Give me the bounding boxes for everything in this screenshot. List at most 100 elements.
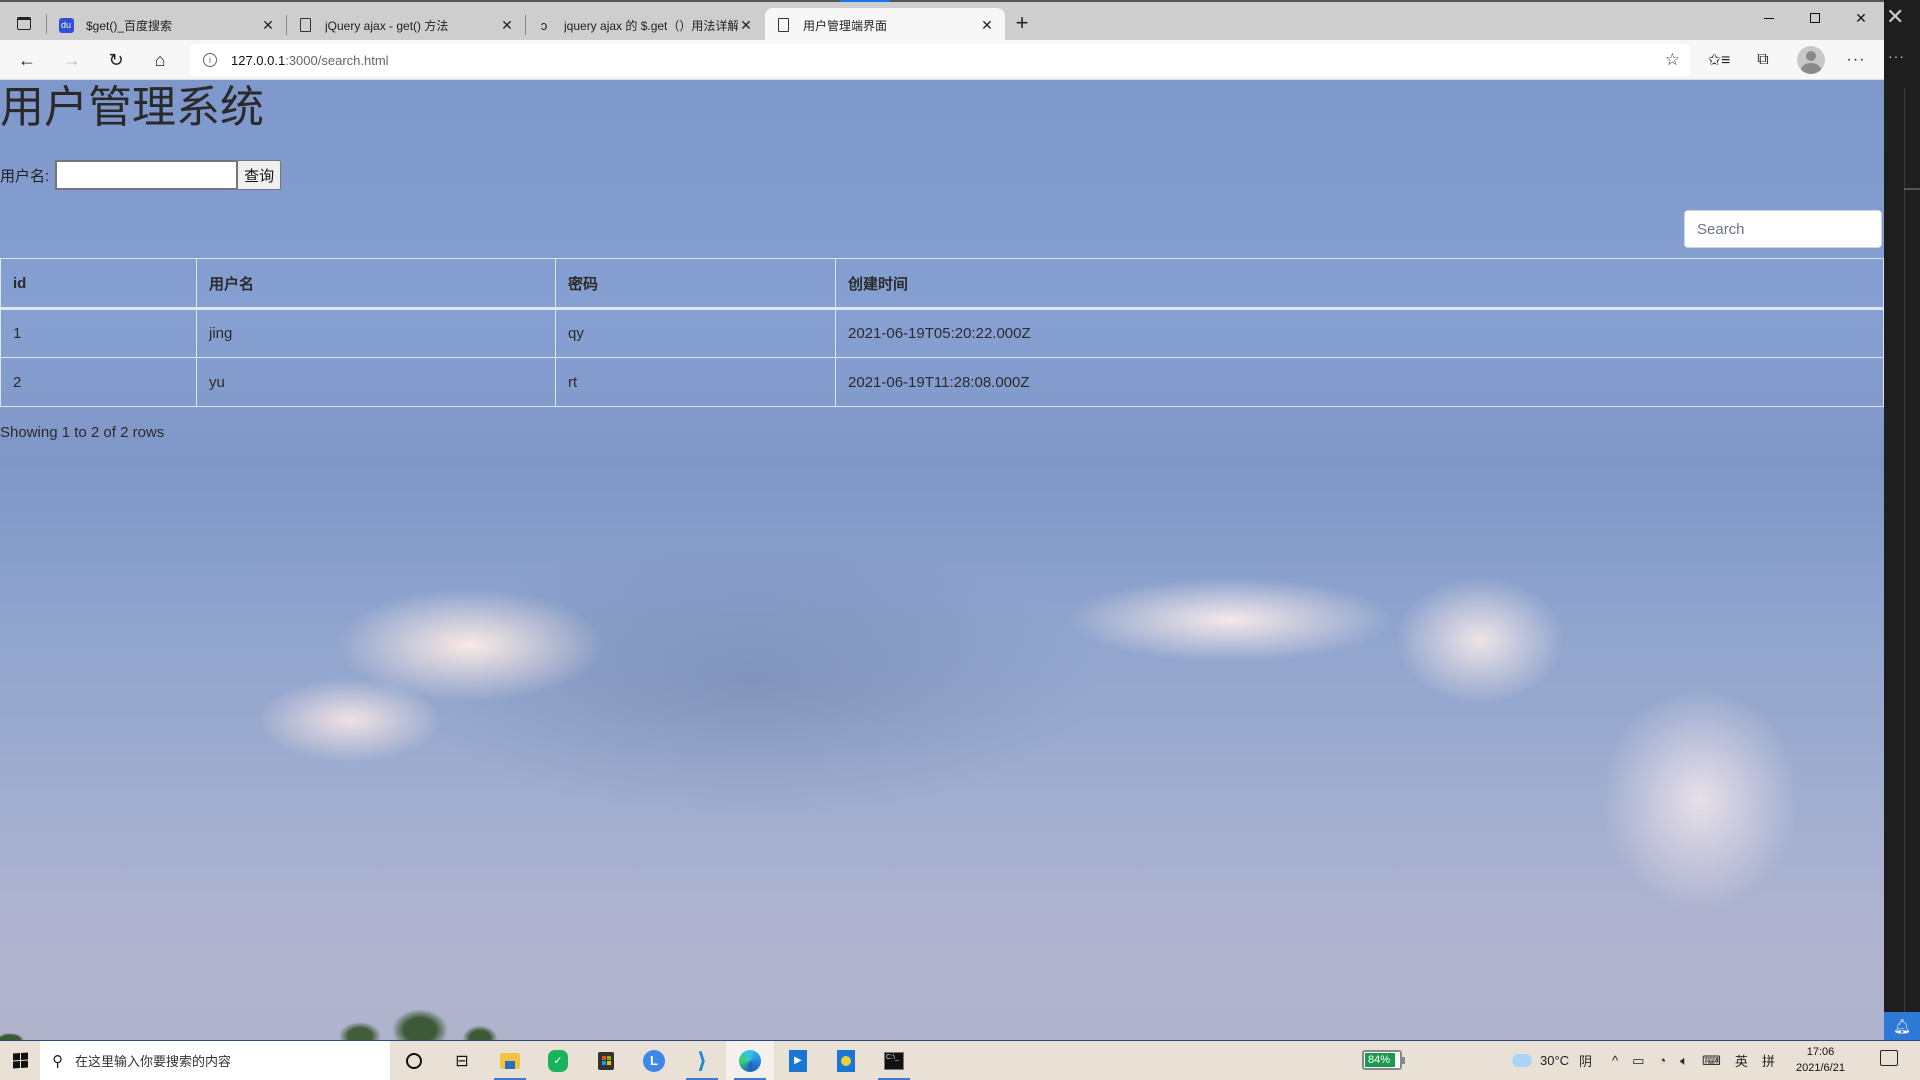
- forward-button[interactable]: →: [58, 47, 86, 73]
- windows-logo-icon: [12, 1052, 28, 1069]
- tab-actions-button[interactable]: [12, 14, 36, 32]
- taskbar-vscode[interactable]: ⟩: [678, 1041, 726, 1080]
- tab-actions-icon: [17, 16, 31, 30]
- info-icon[interactable]: i: [203, 53, 217, 67]
- taskbar-store[interactable]: [582, 1041, 630, 1080]
- folder-icon: [500, 1052, 520, 1069]
- background-editor-window: ✕ ··· 🔔︎: [1884, 0, 1920, 1040]
- cell-password: qy: [555, 308, 836, 358]
- weather-widget[interactable]: 30°C 阴: [1512, 1051, 1592, 1070]
- taskbar: ⚲ 在这里输入你要搜索的内容 ⊟ ✓ L ⟩ ▶ C:\_ 84% 30°C 阴…: [0, 1040, 1920, 1080]
- new-tab-button[interactable]: +: [1010, 12, 1034, 36]
- cell-password: rt: [555, 357, 836, 407]
- battery-fill: 84%: [1365, 1053, 1396, 1067]
- cell-created-at: 2021-06-19T11:28:08.000Z: [835, 357, 1884, 407]
- cell-username: yu: [196, 357, 556, 407]
- notification-bell-icon[interactable]: 🔔︎: [1884, 1012, 1920, 1040]
- username-label: 用户名:: [0, 167, 50, 185]
- document-icon: [775, 17, 791, 33]
- minimize-icon: [1764, 17, 1774, 19]
- battery-tray-icon[interactable]: ▭: [1632, 1053, 1644, 1069]
- avatar-shoulders: [1801, 63, 1821, 74]
- column-header-created-at[interactable]: 创建时间: [835, 258, 1884, 309]
- taskbar-search-placeholder: 在这里输入你要搜索的内容: [75, 1054, 232, 1069]
- window-controls: ✕: [1746, 2, 1884, 34]
- avatar-head: [1806, 51, 1816, 61]
- close-icon[interactable]: ✕: [1886, 4, 1904, 30]
- l-app-icon: L: [643, 1049, 665, 1072]
- edge-icon: [739, 1049, 761, 1072]
- column-header-username[interactable]: 用户名: [196, 258, 556, 309]
- taskbar-wechat[interactable]: ✓: [534, 1041, 582, 1080]
- document-icon: [297, 17, 313, 33]
- settings-more-icon[interactable]: ···: [1843, 48, 1869, 72]
- baidu-icon: du: [58, 17, 74, 33]
- maximize-icon: [1810, 13, 1820, 23]
- taskbar-clock[interactable]: 17:06 2021/6/21: [1796, 1044, 1845, 1076]
- ime-language[interactable]: 英: [1735, 1051, 1748, 1070]
- more-icon[interactable]: ···: [1888, 48, 1905, 64]
- tab-user-management[interactable]: 用户管理端界面 ✕: [765, 8, 1005, 42]
- url-host: 127.0.0.1: [231, 52, 286, 68]
- collections-icon[interactable]: ⧉: [1750, 48, 1776, 72]
- column-header-password[interactable]: 密码: [555, 258, 836, 309]
- taskbar-blue-app[interactable]: ▶: [774, 1041, 822, 1080]
- tab-title: jQuery ajax - get() 方法: [325, 18, 449, 33]
- add-favorite-icon[interactable]: ☆: [1665, 50, 1680, 70]
- close-tab-icon[interactable]: ✕: [499, 17, 515, 34]
- taskbar-edge[interactable]: [726, 1040, 774, 1080]
- start-button[interactable]: [0, 1041, 40, 1080]
- page-title: 用户管理系统: [0, 83, 264, 132]
- task-view-button[interactable]: ⊟: [438, 1041, 486, 1080]
- favorites-icon[interactable]: ✩≡: [1706, 48, 1732, 72]
- close-tab-icon[interactable]: ✕: [260, 17, 276, 34]
- reload-button[interactable]: ↻: [102, 47, 130, 73]
- users-table: id 用户名 密码 创建时间 1 jing qy 2021-06-19T05:2…: [0, 258, 1884, 407]
- tab-title: jquery ajax 的 $.get（）用法详解: [564, 18, 738, 33]
- taskbar-yellow-app[interactable]: [822, 1041, 870, 1080]
- taskbar-search-box[interactable]: ⚲ 在这里输入你要搜索的内容: [40, 1040, 390, 1080]
- profile-avatar[interactable]: [1797, 46, 1825, 74]
- close-tab-icon[interactable]: ✕: [738, 17, 754, 34]
- cortana-button[interactable]: [390, 1041, 438, 1080]
- cloud-icon: [1512, 1054, 1532, 1067]
- vscode-icon: ⟩: [696, 1047, 708, 1073]
- close-window-button[interactable]: ✕: [1838, 2, 1884, 34]
- cell-created-at: 2021-06-19T05:20:22.000Z: [835, 308, 1884, 358]
- taskbar-file-explorer[interactable]: [486, 1041, 534, 1080]
- tab-baidu-search[interactable]: du $get()_百度搜索 ✕: [48, 8, 287, 42]
- store-icon: [598, 1051, 614, 1070]
- progress-accent: [840, 0, 890, 2]
- address-bar[interactable]: i 127.0.0.1 :3000/search.html ☆: [190, 44, 1690, 76]
- tab-jquery-get[interactable]: jQuery ajax - get() 方法 ✕: [287, 8, 526, 42]
- volume-icon[interactable]: 🔈︎: [1680, 1053, 1688, 1069]
- search-icon: ⚲: [52, 1052, 63, 1070]
- page-viewport: 用户管理系统 用户名: 查询 id 用户名 密码 创建时间 1 jing qy: [0, 80, 1884, 1040]
- back-button[interactable]: ←: [13, 47, 41, 73]
- tab-jquery-get-usage[interactable]: ↄ jquery ajax 的 $.get（）用法详解 ✕: [526, 8, 764, 42]
- home-button[interactable]: ⌂: [146, 47, 174, 73]
- taskbar-l-app[interactable]: L: [630, 1041, 678, 1080]
- wifi-icon[interactable]: ◔: [1658, 1053, 1666, 1068]
- cell-id: 2: [0, 357, 197, 407]
- battery-indicator[interactable]: 84%: [1362, 1050, 1405, 1070]
- username-input[interactable]: [55, 160, 238, 190]
- table-row: 2 yu rt 2021-06-19T11:28:08.000Z: [0, 357, 1884, 407]
- blue-app-icon: ▶: [789, 1049, 807, 1072]
- action-center-icon[interactable]: [1880, 1050, 1898, 1066]
- minimize-button[interactable]: [1746, 2, 1792, 34]
- close-tab-icon[interactable]: ✕: [979, 17, 995, 34]
- query-button[interactable]: 查询: [237, 160, 282, 190]
- ime-mode[interactable]: 拼: [1762, 1051, 1775, 1070]
- taskbar-terminal[interactable]: C:\_: [870, 1041, 918, 1080]
- table-search-input[interactable]: [1684, 210, 1882, 248]
- column-header-id[interactable]: id: [0, 258, 197, 309]
- keyboard-icon[interactable]: ⌨: [1702, 1053, 1721, 1069]
- maximize-button[interactable]: [1792, 2, 1838, 34]
- show-hidden-icons-chevron-icon[interactable]: ^: [1612, 1053, 1618, 1068]
- tab-divider: [46, 14, 47, 34]
- weather-temperature: 30°C: [1540, 1053, 1570, 1068]
- browser-toolbar: ← → ↻ ⌂ i 127.0.0.1 :3000/search.html ☆ …: [0, 40, 1884, 80]
- background-trees: [280, 1000, 540, 1040]
- browser-window: du $get()_百度搜索 ✕ jQuery ajax - get() 方法 …: [0, 0, 1884, 1040]
